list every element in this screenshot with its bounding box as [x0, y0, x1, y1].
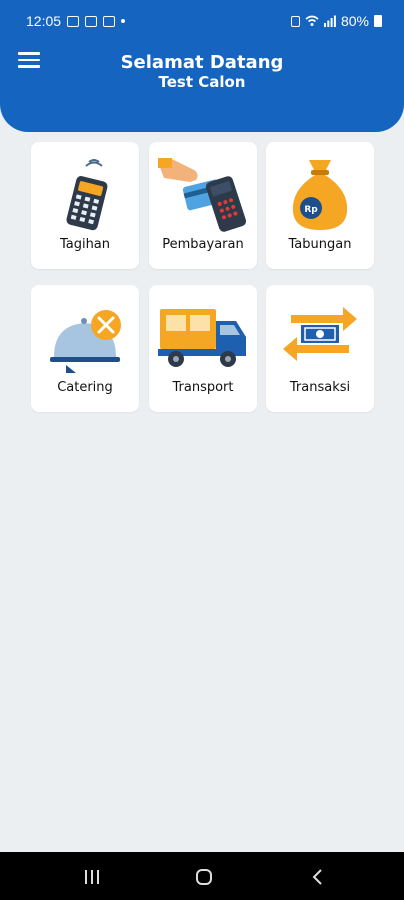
truck-icon [158, 309, 246, 367]
battery-percent: 80% [340, 13, 369, 29]
user-name: Test Calon [158, 73, 246, 91]
exchange-icon [283, 307, 357, 361]
menu-label-catering: Catering [57, 380, 113, 395]
screen-icon [103, 15, 116, 27]
menu-label-tagihan: Tagihan [59, 237, 111, 252]
battery-icon [374, 15, 382, 27]
menu-card-transport[interactable]: Transport [149, 285, 257, 412]
menu-card-pembayaran[interactable]: Pembayaran [149, 142, 257, 269]
food-cloche-icon [50, 310, 121, 373]
menu-label-pembayaran: Pembayaran [162, 237, 244, 252]
home-icon[interactable] [184, 864, 224, 890]
card-payment-icon [158, 158, 247, 232]
status-time: 12:05 [26, 13, 62, 29]
briefcase-icon [85, 15, 98, 27]
calculator-icon [66, 159, 108, 231]
menu-card-catering[interactable]: Catering [31, 285, 139, 412]
menu-card-tabungan[interactable]: Rp Tabungan [266, 142, 374, 269]
money-bag-icon: Rp [292, 160, 348, 230]
menu-label-tabungan: Tabungan [288, 237, 352, 252]
gallery-icon [67, 15, 80, 27]
page-title: Selamat Datang [120, 52, 284, 73]
status-bar: 12:05 80% [0, 0, 404, 34]
menu-card-tagihan[interactable]: Tagihan [31, 142, 139, 269]
system-nav-bar [0, 852, 404, 900]
svg-text:Rp: Rp [304, 205, 318, 215]
menu-card-transaksi[interactable]: Transaksi [266, 285, 374, 412]
notification-dot-icon [121, 19, 126, 23]
wifi-icon [305, 15, 319, 26]
menu-label-transaksi: Transaksi [289, 380, 351, 395]
signal-icon [323, 15, 336, 27]
back-icon[interactable] [298, 864, 338, 890]
recent-apps-icon[interactable] [72, 864, 112, 890]
menu-label-transport: Transport [172, 380, 234, 395]
lock-icon [290, 15, 300, 27]
